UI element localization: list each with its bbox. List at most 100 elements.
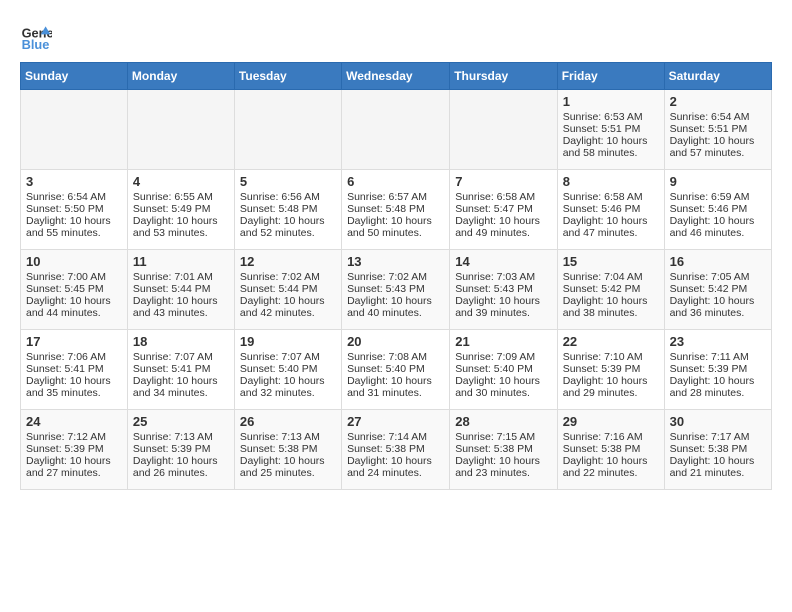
day-number: 14 (455, 254, 551, 269)
day-info: Sunrise: 7:12 AM (26, 431, 122, 443)
weekday-header-monday: Monday (127, 63, 234, 90)
calendar-cell: 9Sunrise: 6:59 AMSunset: 5:46 PMDaylight… (664, 170, 771, 250)
calendar-cell: 21Sunrise: 7:09 AMSunset: 5:40 PMDayligh… (450, 330, 557, 410)
day-number: 27 (347, 414, 444, 429)
day-info: Daylight: 10 hours and 26 minutes. (133, 455, 229, 479)
day-info: Daylight: 10 hours and 23 minutes. (455, 455, 551, 479)
calendar-cell: 11Sunrise: 7:01 AMSunset: 5:44 PMDayligh… (127, 250, 234, 330)
day-info: Sunrise: 7:11 AM (670, 351, 766, 363)
day-info: Daylight: 10 hours and 44 minutes. (26, 295, 122, 319)
day-number: 17 (26, 334, 122, 349)
calendar-cell: 1Sunrise: 6:53 AMSunset: 5:51 PMDaylight… (557, 90, 664, 170)
day-info: Sunrise: 7:05 AM (670, 271, 766, 283)
day-info: Daylight: 10 hours and 30 minutes. (455, 375, 551, 399)
day-number: 5 (240, 174, 336, 189)
calendar-cell: 25Sunrise: 7:13 AMSunset: 5:39 PMDayligh… (127, 410, 234, 490)
day-info: Daylight: 10 hours and 27 minutes. (26, 455, 122, 479)
day-info: Daylight: 10 hours and 24 minutes. (347, 455, 444, 479)
day-info: Sunset: 5:38 PM (455, 443, 551, 455)
day-info: Sunset: 5:48 PM (347, 203, 444, 215)
day-info: Daylight: 10 hours and 53 minutes. (133, 215, 229, 239)
day-info: Sunrise: 7:02 AM (240, 271, 336, 283)
weekday-header-saturday: Saturday (664, 63, 771, 90)
calendar-week-row: 3Sunrise: 6:54 AMSunset: 5:50 PMDaylight… (21, 170, 772, 250)
day-number: 22 (563, 334, 659, 349)
day-number: 29 (563, 414, 659, 429)
weekday-header-tuesday: Tuesday (234, 63, 341, 90)
day-info: Sunrise: 7:13 AM (133, 431, 229, 443)
day-number: 1 (563, 94, 659, 109)
day-info: Daylight: 10 hours and 28 minutes. (670, 375, 766, 399)
day-info: Sunset: 5:41 PM (133, 363, 229, 375)
day-info: Sunrise: 7:06 AM (26, 351, 122, 363)
calendar-cell: 16Sunrise: 7:05 AMSunset: 5:42 PMDayligh… (664, 250, 771, 330)
day-info: Sunset: 5:39 PM (26, 443, 122, 455)
calendar-cell: 23Sunrise: 7:11 AMSunset: 5:39 PMDayligh… (664, 330, 771, 410)
day-number: 23 (670, 334, 766, 349)
day-number: 12 (240, 254, 336, 269)
calendar-table: SundayMondayTuesdayWednesdayThursdayFrid… (20, 62, 772, 490)
day-number: 11 (133, 254, 229, 269)
day-number: 16 (670, 254, 766, 269)
calendar-cell: 30Sunrise: 7:17 AMSunset: 5:38 PMDayligh… (664, 410, 771, 490)
day-info: Daylight: 10 hours and 49 minutes. (455, 215, 551, 239)
day-info: Sunrise: 6:53 AM (563, 111, 659, 123)
day-info: Daylight: 10 hours and 57 minutes. (670, 135, 766, 159)
calendar-cell: 14Sunrise: 7:03 AMSunset: 5:43 PMDayligh… (450, 250, 557, 330)
calendar-cell: 22Sunrise: 7:10 AMSunset: 5:39 PMDayligh… (557, 330, 664, 410)
day-info: Sunset: 5:43 PM (347, 283, 444, 295)
day-info: Sunrise: 7:03 AM (455, 271, 551, 283)
calendar-cell: 3Sunrise: 6:54 AMSunset: 5:50 PMDaylight… (21, 170, 128, 250)
day-info: Daylight: 10 hours and 55 minutes. (26, 215, 122, 239)
weekday-header-thursday: Thursday (450, 63, 557, 90)
day-info: Sunrise: 7:13 AM (240, 431, 336, 443)
calendar-cell: 29Sunrise: 7:16 AMSunset: 5:38 PMDayligh… (557, 410, 664, 490)
day-info: Sunrise: 6:57 AM (347, 191, 444, 203)
calendar-cell: 5Sunrise: 6:56 AMSunset: 5:48 PMDaylight… (234, 170, 341, 250)
day-info: Daylight: 10 hours and 58 minutes. (563, 135, 659, 159)
day-info: Daylight: 10 hours and 21 minutes. (670, 455, 766, 479)
day-number: 6 (347, 174, 444, 189)
calendar-cell: 28Sunrise: 7:15 AMSunset: 5:38 PMDayligh… (450, 410, 557, 490)
day-info: Sunrise: 7:07 AM (133, 351, 229, 363)
day-info: Daylight: 10 hours and 32 minutes. (240, 375, 336, 399)
day-info: Sunrise: 7:01 AM (133, 271, 229, 283)
calendar-cell (21, 90, 128, 170)
day-info: Daylight: 10 hours and 46 minutes. (670, 215, 766, 239)
day-info: Sunrise: 6:58 AM (563, 191, 659, 203)
calendar-week-row: 24Sunrise: 7:12 AMSunset: 5:39 PMDayligh… (21, 410, 772, 490)
logo: General Blue (20, 20, 52, 52)
calendar-cell: 4Sunrise: 6:55 AMSunset: 5:49 PMDaylight… (127, 170, 234, 250)
day-info: Sunset: 5:41 PM (26, 363, 122, 375)
calendar-cell: 27Sunrise: 7:14 AMSunset: 5:38 PMDayligh… (342, 410, 450, 490)
day-info: Daylight: 10 hours and 29 minutes. (563, 375, 659, 399)
day-info: Sunrise: 7:08 AM (347, 351, 444, 363)
day-number: 8 (563, 174, 659, 189)
day-number: 20 (347, 334, 444, 349)
day-info: Sunset: 5:44 PM (240, 283, 336, 295)
day-info: Sunrise: 7:10 AM (563, 351, 659, 363)
svg-text:Blue: Blue (22, 37, 50, 52)
day-info: Sunrise: 7:14 AM (347, 431, 444, 443)
calendar-cell: 15Sunrise: 7:04 AMSunset: 5:42 PMDayligh… (557, 250, 664, 330)
calendar-week-row: 10Sunrise: 7:00 AMSunset: 5:45 PMDayligh… (21, 250, 772, 330)
calendar-cell (127, 90, 234, 170)
day-number: 4 (133, 174, 229, 189)
day-info: Sunset: 5:39 PM (133, 443, 229, 455)
day-number: 30 (670, 414, 766, 429)
day-info: Sunrise: 7:09 AM (455, 351, 551, 363)
day-info: Daylight: 10 hours and 52 minutes. (240, 215, 336, 239)
day-info: Sunrise: 7:02 AM (347, 271, 444, 283)
day-info: Daylight: 10 hours and 40 minutes. (347, 295, 444, 319)
day-number: 18 (133, 334, 229, 349)
day-info: Daylight: 10 hours and 22 minutes. (563, 455, 659, 479)
day-info: Sunset: 5:38 PM (563, 443, 659, 455)
day-number: 19 (240, 334, 336, 349)
day-info: Sunrise: 6:59 AM (670, 191, 766, 203)
calendar-cell (342, 90, 450, 170)
calendar-week-row: 1Sunrise: 6:53 AMSunset: 5:51 PMDaylight… (21, 90, 772, 170)
calendar-cell: 24Sunrise: 7:12 AMSunset: 5:39 PMDayligh… (21, 410, 128, 490)
calendar-cell: 6Sunrise: 6:57 AMSunset: 5:48 PMDaylight… (342, 170, 450, 250)
day-info: Daylight: 10 hours and 39 minutes. (455, 295, 551, 319)
day-info: Sunset: 5:40 PM (455, 363, 551, 375)
